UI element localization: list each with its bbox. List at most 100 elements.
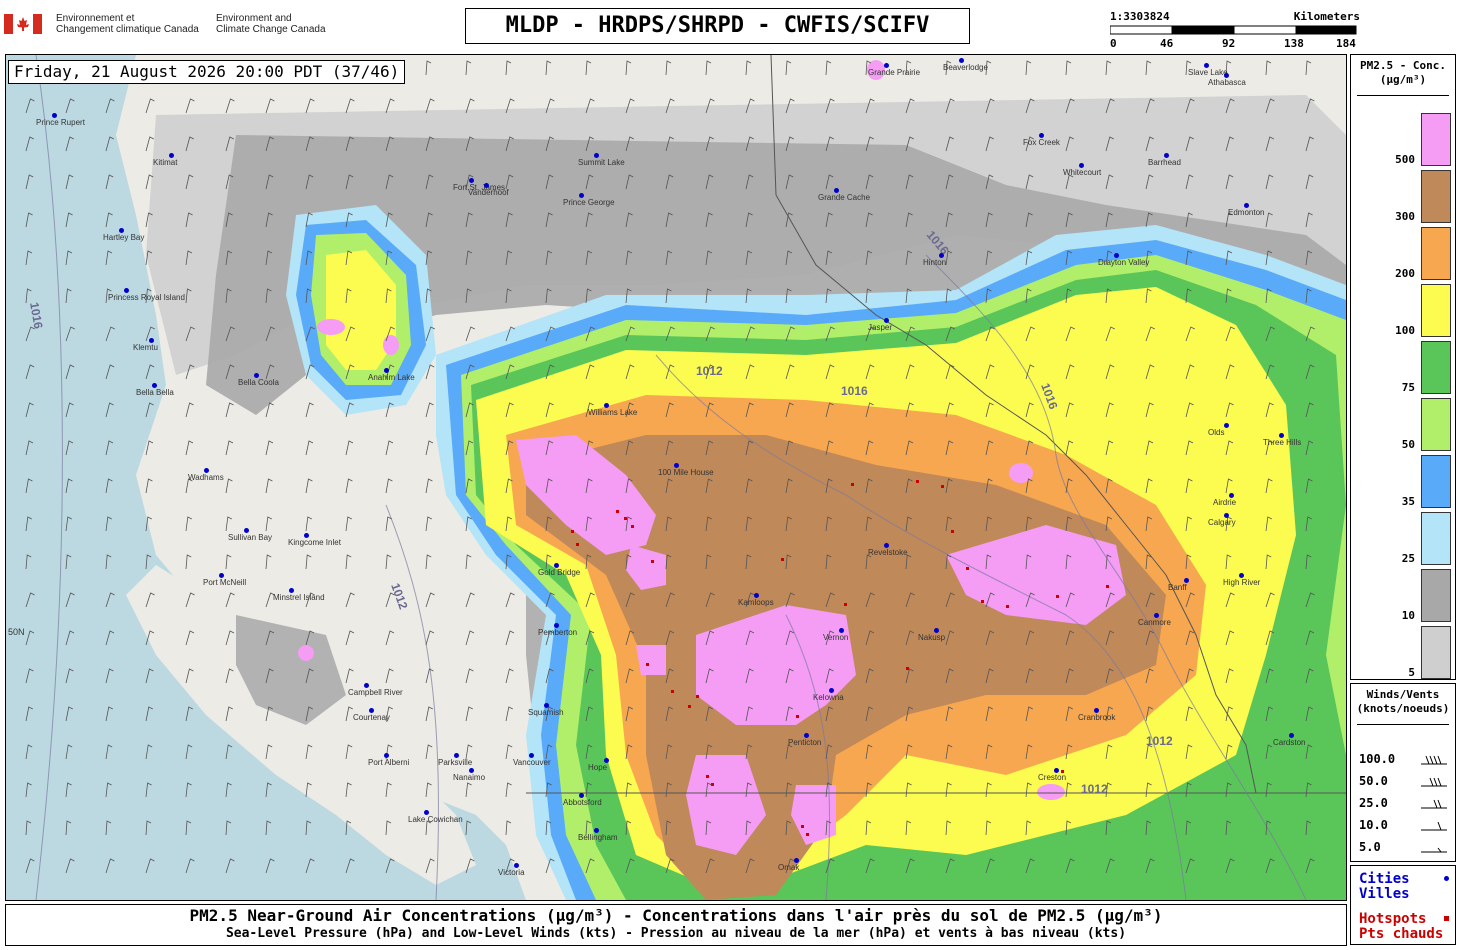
- city-label: Athabasca: [1208, 78, 1246, 87]
- city-label: Minstrel Island: [273, 593, 325, 602]
- city-label: Beaverlodge: [943, 63, 988, 72]
- wind-barb-icon: [1421, 755, 1447, 765]
- legend-bin-label: 75: [1401, 381, 1415, 394]
- wind-speed-label: 100.0: [1359, 752, 1396, 766]
- page-title: MLDP - HRDPS/SHRPD - CWFIS/SCIFV: [465, 8, 970, 44]
- city-label: Olds: [1208, 428, 1225, 437]
- marker-key: Cities Villes Hotspots Pts chauds: [1350, 865, 1456, 945]
- city-label: Cardston: [1273, 738, 1306, 747]
- city-label: Hartley Bay: [103, 233, 145, 242]
- city-label: Creston: [1038, 773, 1067, 782]
- city-label: Bellingham: [578, 833, 618, 842]
- cities-key: Cities Villes: [1359, 872, 1410, 902]
- city-label: Abbotsford: [563, 798, 602, 807]
- city-label: Anahim Lake: [368, 373, 415, 382]
- pm25-legend: PM2.5 - Conc. (µg/m³) 500 300 200 100 75 50 35…: [1350, 54, 1456, 680]
- legend-swatch: [1421, 113, 1451, 166]
- city-label: Canmore: [1138, 618, 1171, 627]
- city-label: Fox Creek: [1023, 138, 1060, 147]
- city-label: Grande Cache: [818, 193, 871, 202]
- isobar-label: 1012: [1081, 782, 1108, 796]
- scale-tick: 184: [1336, 37, 1356, 50]
- hotspot-square-icon: [1444, 916, 1449, 921]
- city-dot-icon: [1224, 423, 1229, 428]
- city-label: Summit Lake: [578, 158, 625, 167]
- legend-swatch: [1421, 512, 1451, 565]
- legend-swatch: [1421, 284, 1451, 337]
- legend-swatch: [1421, 455, 1451, 508]
- caption-line1: PM2.5 Near-Ground Air Concentrations (µg…: [189, 906, 1163, 925]
- scale-tick: 46: [1160, 37, 1174, 50]
- city-label: Vanderhoof: [468, 188, 509, 197]
- forecast-timestamp: Friday, 21 August 2026 20:00 PDT (37/46): [8, 60, 406, 84]
- hotspots-key-en: Hotspots: [1359, 911, 1427, 927]
- gov-fr-line2: Changement climatique Canada: [56, 24, 199, 35]
- gov-en-line1: Environment and: [216, 13, 292, 24]
- cities-key-fr: Villes: [1359, 886, 1410, 902]
- wind-barb-icon: [1421, 847, 1447, 853]
- cities-key-en: Cities: [1359, 871, 1410, 887]
- smoke-forecast-map[interactable]: 1016 1012 1016 1012 1016 1012 1016 1012 …: [5, 54, 1347, 901]
- wind-legend-title: Winds/Vents: [1366, 688, 1440, 701]
- legend-bin-label: 100: [1395, 324, 1415, 337]
- scale-ratio: 1:3303824: [1110, 10, 1170, 23]
- scale-tick: 138: [1284, 37, 1304, 50]
- gov-en-line2: Climate Change Canada: [216, 24, 326, 35]
- scale-tick: 92: [1222, 37, 1236, 50]
- city-label: Squamish: [528, 708, 564, 717]
- canada-flag-icon: [4, 14, 42, 34]
- wind-speed-label: 5.0: [1359, 840, 1381, 854]
- legend-bin-label: 10: [1401, 609, 1415, 622]
- city-label: Edmonton: [1228, 208, 1265, 217]
- city-label: Vancouver: [513, 758, 551, 767]
- wind-barb-icon: [1421, 777, 1447, 787]
- legend-bin-label: 500: [1395, 153, 1415, 166]
- isobar-label: 1016: [841, 384, 868, 398]
- latitude-label: 50N: [8, 627, 25, 637]
- city-label: Bella Coola: [238, 378, 279, 387]
- legend-bin-label: 35: [1401, 495, 1415, 508]
- city-dot-icon: [1444, 876, 1449, 881]
- wind-speed-label: 50.0: [1359, 774, 1388, 788]
- legend-bin-label: 50: [1401, 438, 1415, 451]
- city-label: Williams Lake: [588, 408, 638, 417]
- scale-tick: 0: [1110, 37, 1117, 50]
- legend-bin-label: 200: [1395, 267, 1415, 280]
- city-label: Barrhead: [1148, 158, 1181, 167]
- city-label: Bella Bella: [136, 388, 174, 397]
- city-label: Slave Lake: [1188, 68, 1228, 77]
- city-label: High River: [1223, 578, 1261, 587]
- city-label: Lake Cowichan: [408, 815, 463, 824]
- wind-legend: Winds/Vents (knots/noeuds) 100.0 50.0 25.0…: [1350, 683, 1456, 862]
- city-label: Grande Prairie: [868, 68, 921, 77]
- wind-legend-unit: (knots/noeuds): [1356, 702, 1450, 715]
- city-label: Three Hills: [1263, 438, 1302, 447]
- legend-bin-label: 25: [1401, 552, 1415, 565]
- legend-swatch: [1421, 569, 1451, 622]
- city-label: Omak: [778, 863, 800, 872]
- city-label: Hope: [588, 763, 608, 772]
- city-label: Nakusp: [918, 633, 946, 642]
- scale-unit: Kilometers: [1293, 10, 1360, 23]
- city-label: Princess Royal Island: [108, 293, 185, 302]
- scale-bar-graphic: [1110, 25, 1357, 35]
- map-caption: PM2.5 Near-Ground Air Concentrations (µg…: [5, 904, 1347, 946]
- city-label: Prince Rupert: [36, 118, 85, 127]
- city-label: Prince George: [563, 198, 615, 207]
- city-label: Port Alberni: [368, 758, 410, 767]
- city-label: Calgary: [1208, 518, 1236, 527]
- city-label: Port McNeill: [203, 578, 247, 587]
- legend-swatch: [1421, 398, 1451, 451]
- city-label: Banff: [1168, 583, 1187, 592]
- legend-bin-label: 300: [1395, 210, 1415, 223]
- hotspots-key: Hotspots Pts chauds: [1359, 912, 1443, 942]
- hotspots-key-fr: Pts chauds: [1359, 926, 1444, 942]
- legend-bin-label: 5: [1408, 666, 1415, 679]
- city-label: Kelowna: [813, 693, 844, 702]
- legend-swatch: [1421, 626, 1451, 679]
- wind-speed-label: 25.0: [1359, 796, 1388, 810]
- city-label: Hinton: [923, 258, 947, 267]
- legend-swatch: [1421, 227, 1451, 280]
- gov-name-english: Environment and Climate Change Canada: [216, 13, 326, 35]
- scale-bar: 1:3303824 Kilometers 0 46 92 138 184: [1108, 10, 1360, 50]
